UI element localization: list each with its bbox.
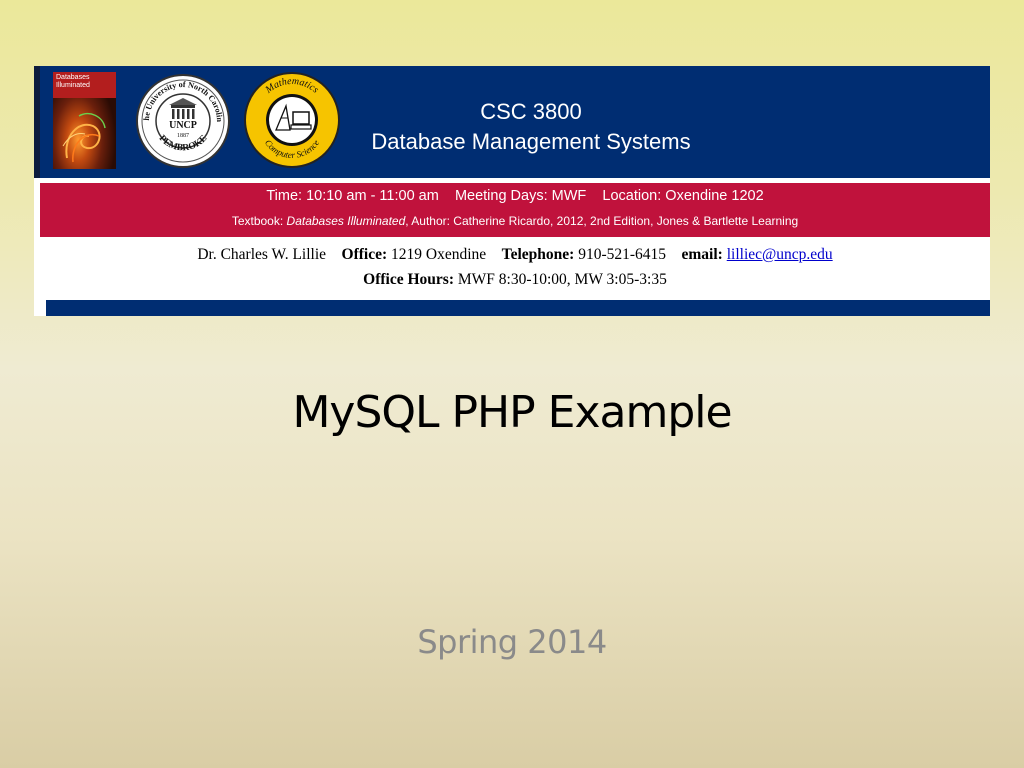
office-hours-value: MWF 8:30-10:00, MW 3:05-3:35 (457, 271, 667, 288)
telephone-label: Telephone: (501, 246, 575, 263)
days-value: MWF (551, 188, 587, 204)
textbook-details: , Author: Catherine Ricardo, 2012, 2nd E… (405, 214, 799, 228)
seal-center-text: UNCP (169, 120, 197, 131)
banner-separator (34, 178, 990, 182)
banner-left-edge (34, 66, 40, 178)
time-label: Time: (266, 188, 303, 204)
banner-bottom-gap (34, 292, 46, 316)
slide-title: MySQL PHP Example (292, 387, 732, 438)
textbook-line: Textbook: Databases Illuminated, Author:… (40, 213, 990, 229)
book-cover-art (62, 112, 106, 163)
telephone-value: 910-521-6415 (578, 246, 667, 263)
university-seal-icon: The University of North Carolina PEMBROK… (136, 74, 230, 168)
textbook-title: Databases Illuminated (286, 214, 406, 228)
location-value: Oxendine 1202 (665, 188, 764, 204)
schedule-bar: Time: 10:10 am - 11:00 am Meeting Days: … (40, 183, 990, 237)
book-cover-title: Databases Illuminated (56, 74, 90, 89)
math-seal-top-text: Mathematics (263, 76, 321, 96)
slide-subtitle: Spring 2014 (417, 623, 607, 661)
course-name: Database Management Systems (371, 129, 691, 154)
svg-text:Mathematics: Mathematics (263, 76, 321, 96)
math-cs-seal-icon: Mathematics Computer Science (244, 72, 340, 168)
email-label: email: (681, 246, 723, 263)
office-label: Office: (341, 246, 388, 263)
schedule-line: Time: 10:10 am - 11:00 am Meeting Days: … (40, 187, 990, 205)
office-hours-label: Office Hours: (363, 271, 454, 288)
days-label: Meeting Days: (454, 188, 548, 204)
math-cs-seal-art: Mathematics Computer Science (263, 76, 321, 160)
time-value: 10:10 am - 11:00 am (306, 188, 439, 204)
textbook-label: Textbook: (231, 214, 284, 228)
course-banner: Databases Illuminated The University of … (34, 66, 990, 316)
university-seal-art: The University of North Carolina PEMBROK… (138, 76, 225, 163)
location-label: Location: (602, 188, 662, 204)
banner-header: Databases Illuminated The University of … (34, 66, 990, 178)
office-value: 1219 Oxendine (391, 246, 487, 263)
banner-footer-bar (46, 300, 990, 316)
course-code: CSC 3800 (480, 99, 582, 124)
book-cover-icon: Databases Illuminated (53, 72, 116, 169)
instructor-info: Dr. Charles W. Lillie Office: 1219 Oxend… (40, 237, 990, 300)
email-link[interactable]: lilliec@uncp.edu (727, 246, 833, 263)
office-hours-line: Office Hours: MWF 8:30-10:00, MW 3:05-3:… (40, 271, 990, 289)
instructor-name: Dr. Charles W. Lillie (197, 246, 327, 263)
seal-year-text: 1887 (177, 133, 189, 139)
instructor-line: Dr. Charles W. Lillie Office: 1219 Oxend… (40, 246, 990, 264)
